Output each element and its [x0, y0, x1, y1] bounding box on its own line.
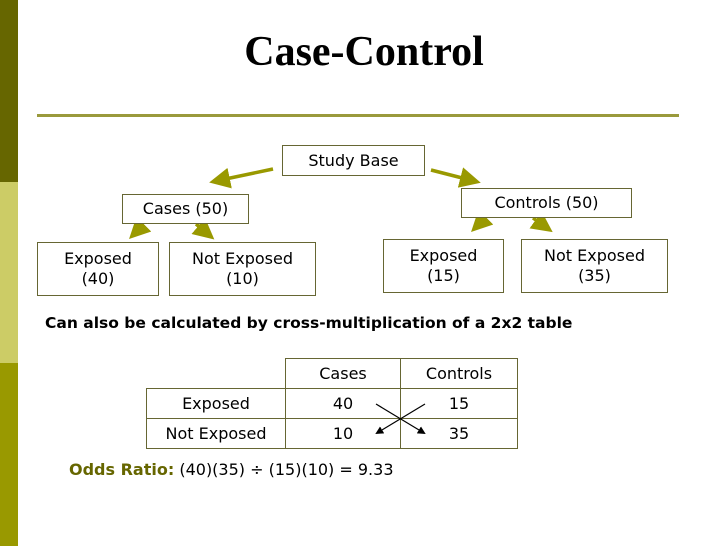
odds-ratio-line: Odds Ratio: (40)(35) ÷ (15)(10) = 9.33 [69, 460, 394, 479]
slide-title: Case-Control [244, 29, 484, 75]
table-cell-not-exposed-controls: 35 [400, 418, 518, 449]
cases-not-exposed-box: Not Exposed (10) [169, 242, 316, 296]
odds-ratio-formula: (40)(35) ÷ (15)(10) = 9.33 [174, 460, 394, 479]
cross-multiplication-note: Can also be calculated by cross-multipli… [45, 314, 573, 332]
arrow-cases-to-exposed [129, 216, 152, 239]
controls-exposed-box: Exposed (15) [383, 239, 504, 293]
table-cell-not-exposed-cases: 10 [285, 418, 401, 449]
arrow-root-to-controls [430, 167, 481, 188]
controls-not-exposed-box: Not Exposed (35) [521, 239, 668, 293]
odds-ratio-label: Odds Ratio: [69, 460, 175, 479]
table-header-blank [146, 358, 286, 389]
arrow-root-to-cases [209, 167, 274, 189]
title-divider [37, 114, 679, 117]
table-header-controls: Controls [400, 358, 518, 389]
cases-box: Cases (50) [122, 194, 249, 224]
study-base-box: Study Base [282, 145, 425, 176]
table-row-label-not-exposed: Not Exposed [146, 418, 286, 449]
cases-exposed-box: Exposed (40) [37, 242, 159, 296]
arrow-cases-to-not-exposed [191, 217, 215, 240]
sidebar-band-bottom [0, 363, 18, 546]
table-header-cases: Cases [285, 358, 401, 389]
controls-box: Controls (50) [461, 188, 632, 218]
sidebar-band-middle [0, 182, 18, 363]
table-cell-exposed-cases: 40 [285, 388, 401, 419]
table-cell-exposed-controls: 15 [400, 388, 518, 419]
table-row-label-exposed: Exposed [146, 388, 286, 419]
arrow-controls-to-not-exposed [529, 211, 553, 233]
arrow-controls-to-exposed [471, 209, 494, 232]
